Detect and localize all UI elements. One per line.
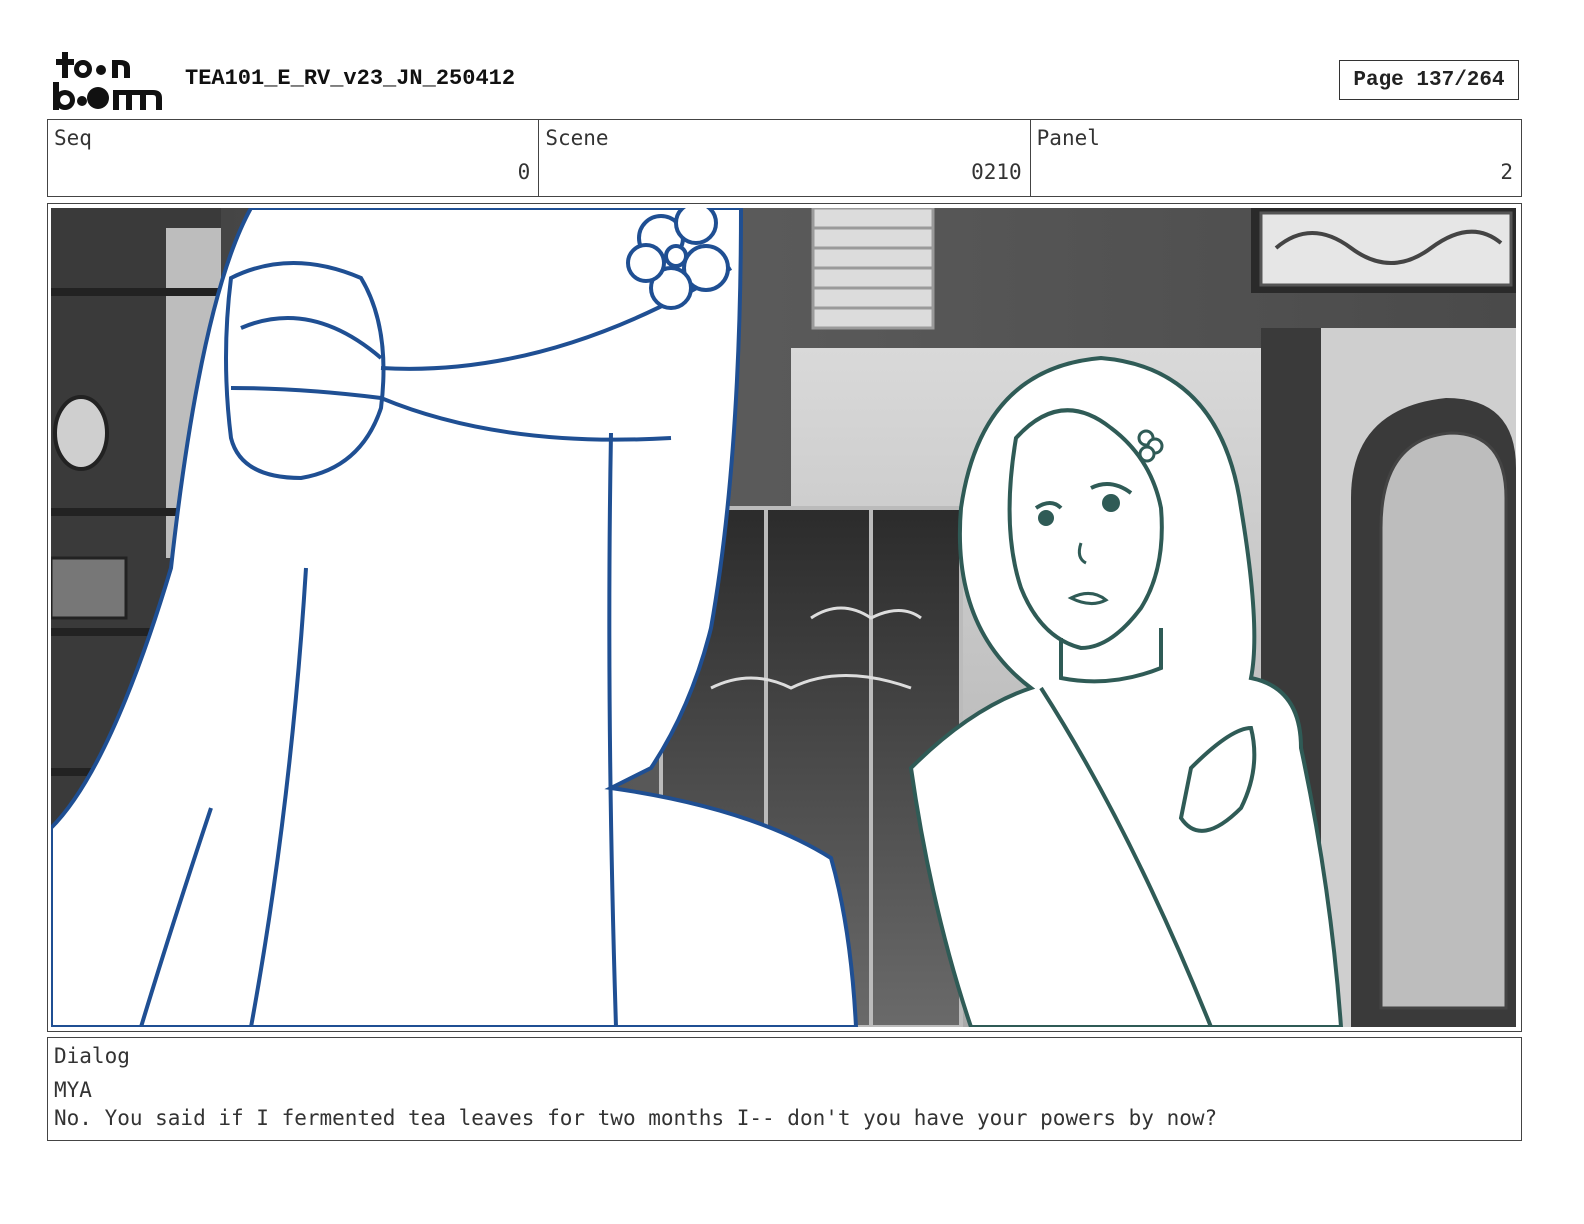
panel-cell: Panel 2 [1031, 120, 1521, 196]
page-counter: Page 137/264 [1339, 60, 1519, 100]
dialog-line: No. You said if I fermented tea leaves f… [54, 1106, 1218, 1130]
document-title: TEA101_E_RV_v23_JN_250412 [185, 66, 516, 91]
panel-value: 2 [1500, 160, 1513, 184]
dialog-label: Dialog [54, 1044, 130, 1068]
panel-info-row: Seq 0 Scene 0210 Panel 2 [47, 119, 1522, 197]
seq-label: Seq [54, 126, 92, 150]
storyboard-panel-image [51, 208, 1516, 1027]
seq-cell: Seq 0 [48, 120, 540, 196]
seq-value: 0 [517, 160, 531, 184]
page-counter-text: Page 137/264 [1353, 68, 1505, 92]
storyboard-panel [47, 203, 1522, 1032]
scene-label: Scene [545, 126, 609, 150]
scene-cell: Scene 0210 [539, 120, 1031, 196]
toonboom-logo [53, 52, 162, 110]
panel-label: Panel [1036, 126, 1100, 150]
scene-value: 0210 [971, 160, 1022, 184]
dialog-speaker: MYA [54, 1078, 92, 1102]
dialog-box: Dialog MYA No. You said if I fermented t… [47, 1037, 1522, 1141]
